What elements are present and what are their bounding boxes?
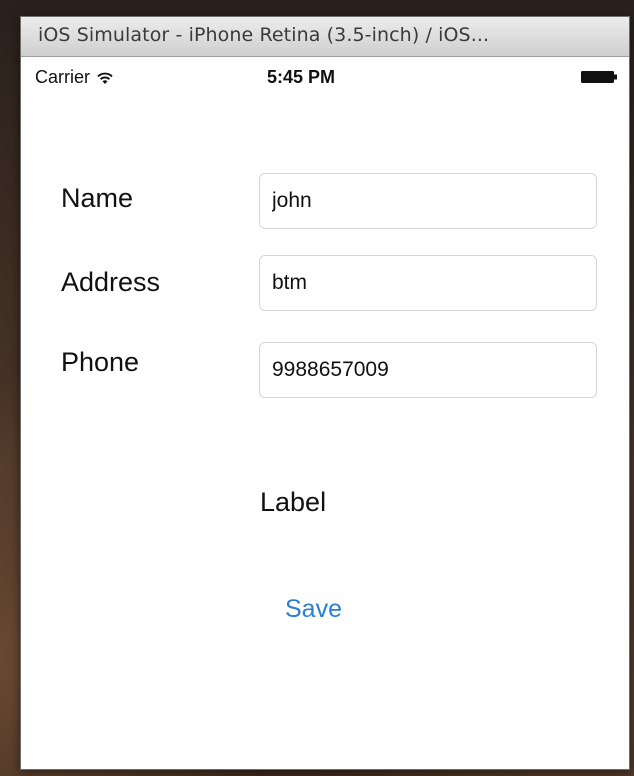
carrier-indicator: Carrier — [35, 67, 114, 88]
wifi-icon — [97, 72, 113, 84]
phone-label: Phone — [61, 347, 140, 377]
status-bar: Carrier 5:45 PM — [21, 57, 629, 91]
status-time: 5:45 PM — [267, 67, 336, 87]
window-titlebar[interactable]: iOS Simulator - iPhone Retina (3.5-inch)… — [21, 17, 629, 57]
carrier-label: Carrier — [35, 67, 91, 87]
window-title: iOS Simulator - iPhone Retina (3.5-inch)… — [38, 24, 490, 46]
address-field[interactable] — [259, 255, 597, 311]
phone-field[interactable] — [259, 342, 597, 398]
save-button[interactable]: Save — [277, 589, 350, 630]
name-label: Name — [61, 183, 134, 213]
address-label: Address — [61, 267, 161, 297]
output-label: Label — [260, 487, 327, 517]
app-content: Name Address Phone Label Save — [21, 91, 629, 769]
battery-icon — [581, 71, 617, 83]
simulator-window: iOS Simulator - iPhone Retina (3.5-inch)… — [20, 16, 630, 770]
name-field[interactable] — [259, 173, 597, 229]
